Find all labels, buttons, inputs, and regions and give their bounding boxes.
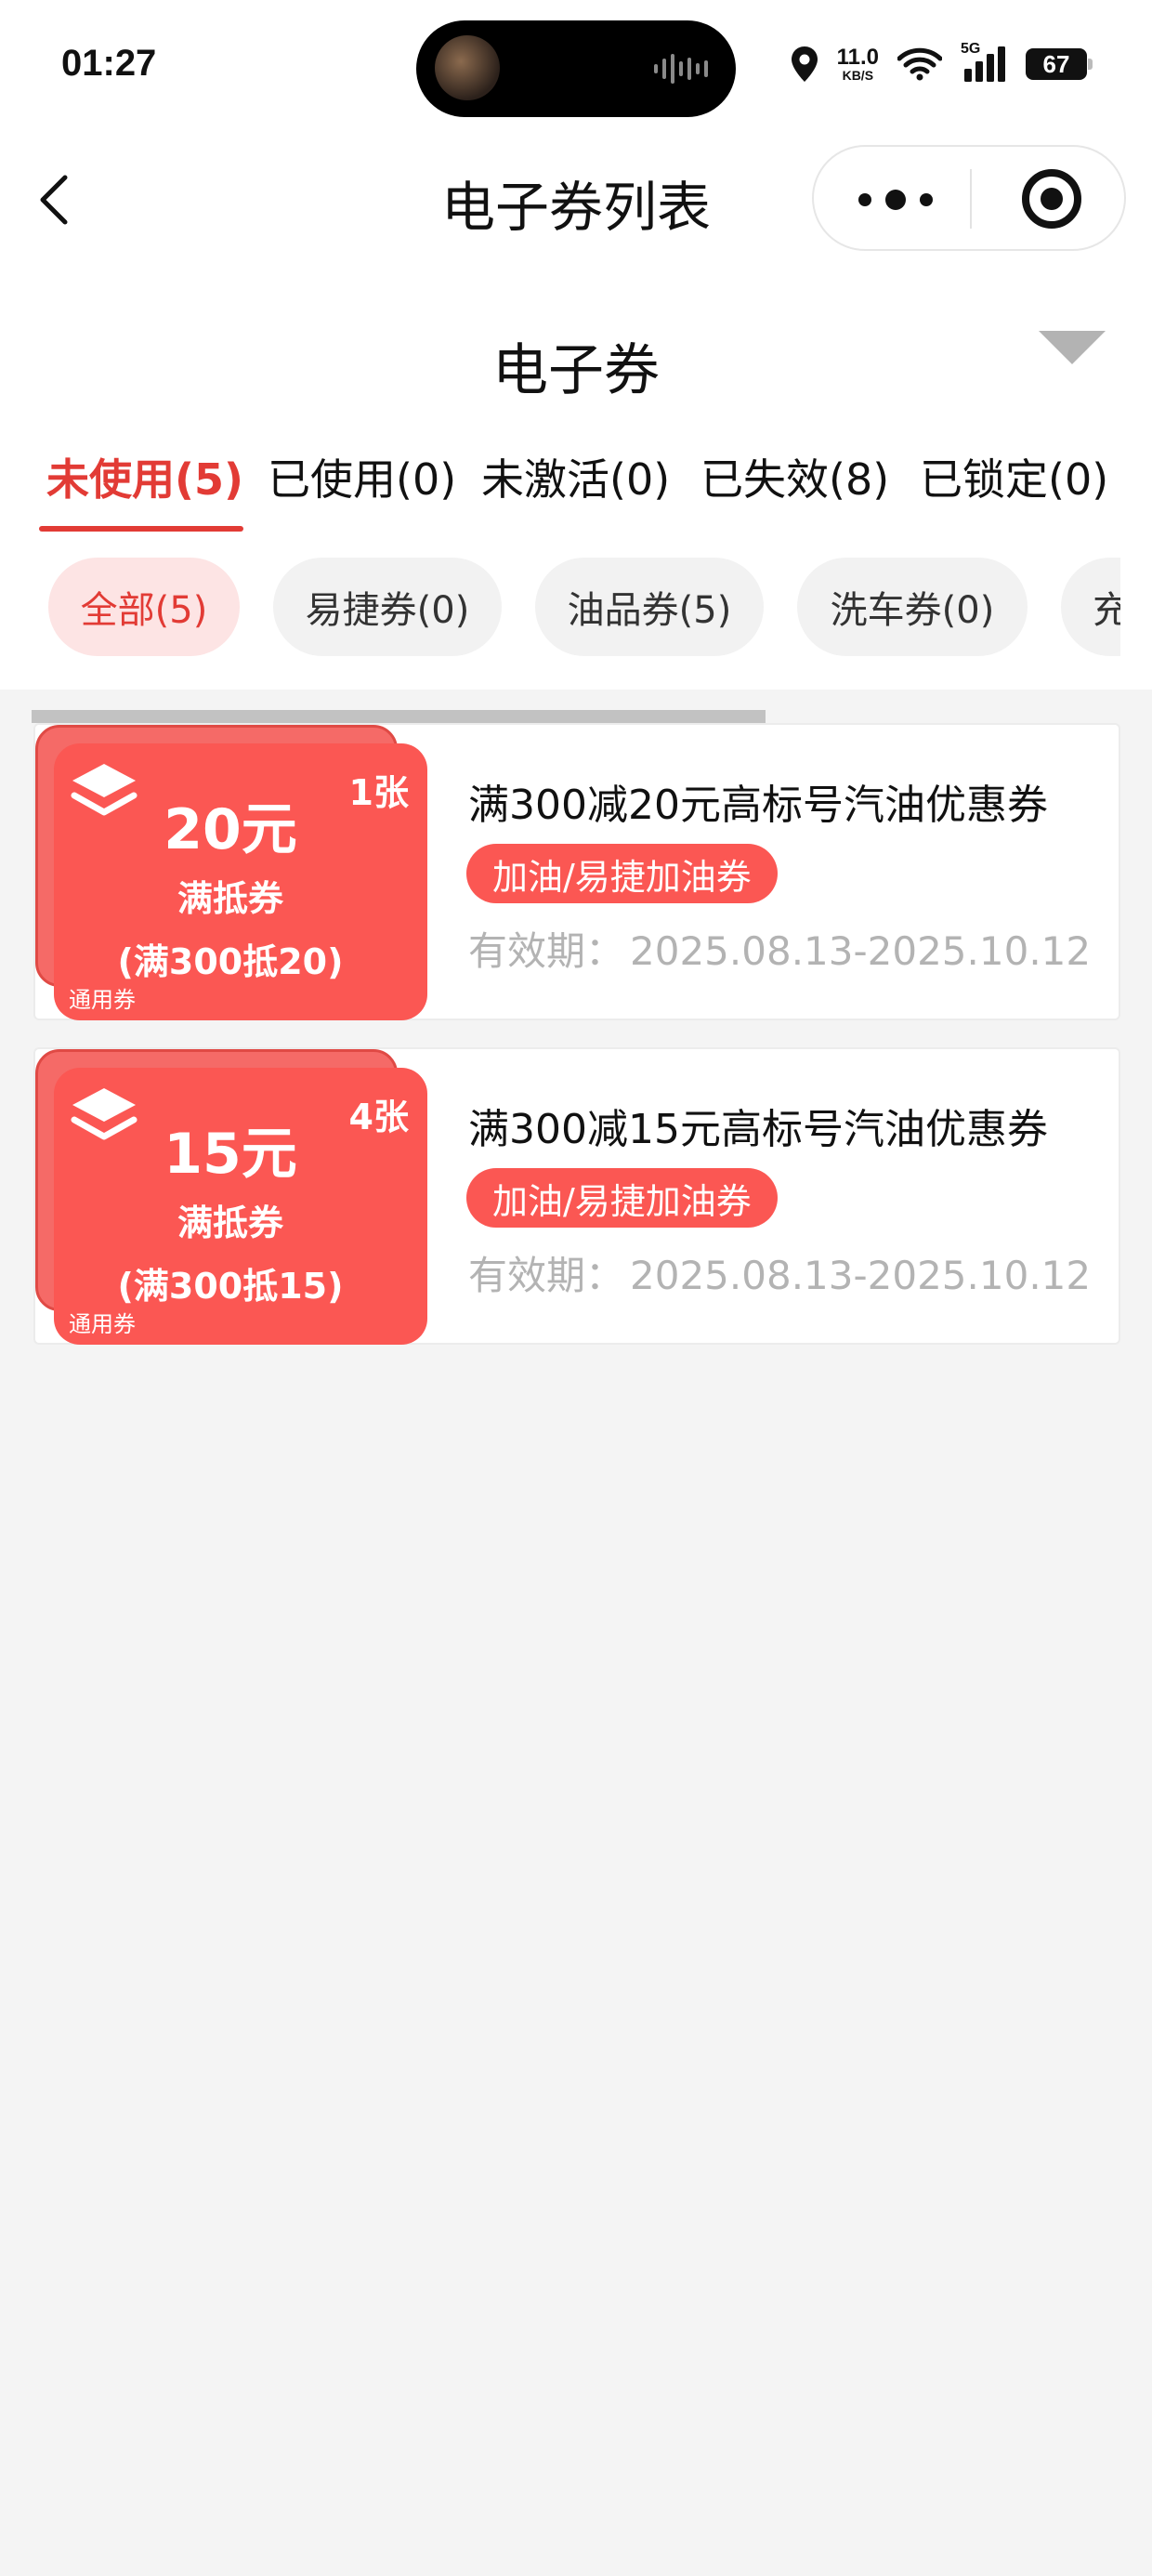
capsule-divider <box>970 169 972 229</box>
tab-unused[interactable]: 未使用(5) <box>46 446 243 507</box>
coupon-title: 满300减15元高标号汽油优惠券 <box>468 1106 1048 1153</box>
net-speed-value: 11.0 <box>836 45 879 70</box>
more-dots-icon <box>885 190 906 210</box>
status-time: 01:27 <box>61 43 157 84</box>
audio-wave-icon <box>654 54 708 84</box>
battery-icon: 67 <box>1026 48 1093 80</box>
chip-all[interactable]: 全部(5) <box>48 558 240 656</box>
mini-program-capsule <box>812 145 1126 251</box>
validity-dates: 2025.08.13-2025.10.12 <box>630 1253 1092 1298</box>
tab-inactive[interactable]: 未激活(0) <box>481 446 670 507</box>
tab-active-indicator <box>39 526 243 532</box>
general-label: 通用券 <box>69 1311 136 1337</box>
coupon-card[interactable]: 1张 20元 满抵券 (满300抵20) 通用券 满300减20元高标号汽油优惠… <box>33 723 1120 1020</box>
wifi-icon <box>897 47 942 81</box>
coupon-title: 满300减20元高标号汽油优惠券 <box>468 782 1048 829</box>
more-dots-icon <box>920 193 933 206</box>
signal-icon <box>964 46 1005 82</box>
section-title: 电子券 <box>492 338 660 403</box>
tab-used[interactable]: 已使用(0) <box>268 446 456 507</box>
validity-label: 有效期： <box>468 928 625 974</box>
coupon-validity: 有效期： 2025.08.13-2025.10.12 <box>468 920 1091 977</box>
triangle-down-icon[interactable] <box>1039 331 1106 364</box>
coupon-tag: 加油/易捷加油券 <box>466 844 778 903</box>
validity-label: 有效期： <box>468 1253 625 1298</box>
scroll-indicator <box>32 710 766 723</box>
more-dots-icon <box>858 193 871 206</box>
coupon-amount: 15元 <box>164 1122 297 1187</box>
chip-carwash[interactable]: 洗车券(0) <box>797 558 1028 656</box>
location-icon <box>791 46 818 82</box>
chip-fuel[interactable]: 油品券(5) <box>535 558 764 656</box>
coupon-badge: 4张 15元 满抵券 (满300抵15) 通用券 <box>54 1068 427 1345</box>
status-tabs: 未使用(5) 已使用(0) 未激活(0) 已失效(8) 已锁定(0) <box>0 446 1152 530</box>
net-speed: 11.0 KB/S <box>836 45 879 83</box>
tab-locked[interactable]: 已锁定(0) <box>920 446 1108 507</box>
coupon-condition: (满300抵15) <box>117 1266 344 1307</box>
status-bar: 01:27 11.0 KB/S 5G 67 <box>0 0 1152 130</box>
validity-dates: 2025.08.13-2025.10.12 <box>630 928 1092 974</box>
coupon-type: 满抵券 <box>177 878 283 919</box>
more-button[interactable] <box>858 184 933 216</box>
coupon-condition: (满300抵20) <box>117 941 344 982</box>
chip-yijie[interactable]: 易捷券(0) <box>273 558 502 656</box>
coupon-card[interactable]: 4张 15元 满抵券 (满300抵15) 通用券 满300减15元高标号汽油优惠… <box>33 1047 1120 1345</box>
coupon-tag: 加油/易捷加油券 <box>466 1168 778 1228</box>
album-art-icon <box>435 35 500 100</box>
chip-recharge[interactable]: 充 <box>1061 558 1120 656</box>
net-speed-unit: KB/S <box>842 68 874 83</box>
coupon-amount: 20元 <box>164 797 297 862</box>
cell-signal: 5G <box>961 41 1007 82</box>
coupon-badge: 1张 20元 满抵券 (满300抵20) 通用券 <box>54 743 427 1020</box>
target-icon[interactable] <box>1022 169 1081 229</box>
status-icons: 11.0 KB/S 5G 67 <box>791 41 1093 83</box>
dynamic-island[interactable] <box>416 20 736 117</box>
category-chips: 全部(5) 易捷券(0) 油品券(5) 洗车券(0) 充 <box>0 558 1120 660</box>
coupon-validity: 有效期： 2025.08.13-2025.10.12 <box>468 1244 1091 1301</box>
coupon-type: 满抵券 <box>177 1203 283 1243</box>
general-label: 通用券 <box>69 987 136 1013</box>
tab-expired[interactable]: 已失效(8) <box>700 446 889 507</box>
